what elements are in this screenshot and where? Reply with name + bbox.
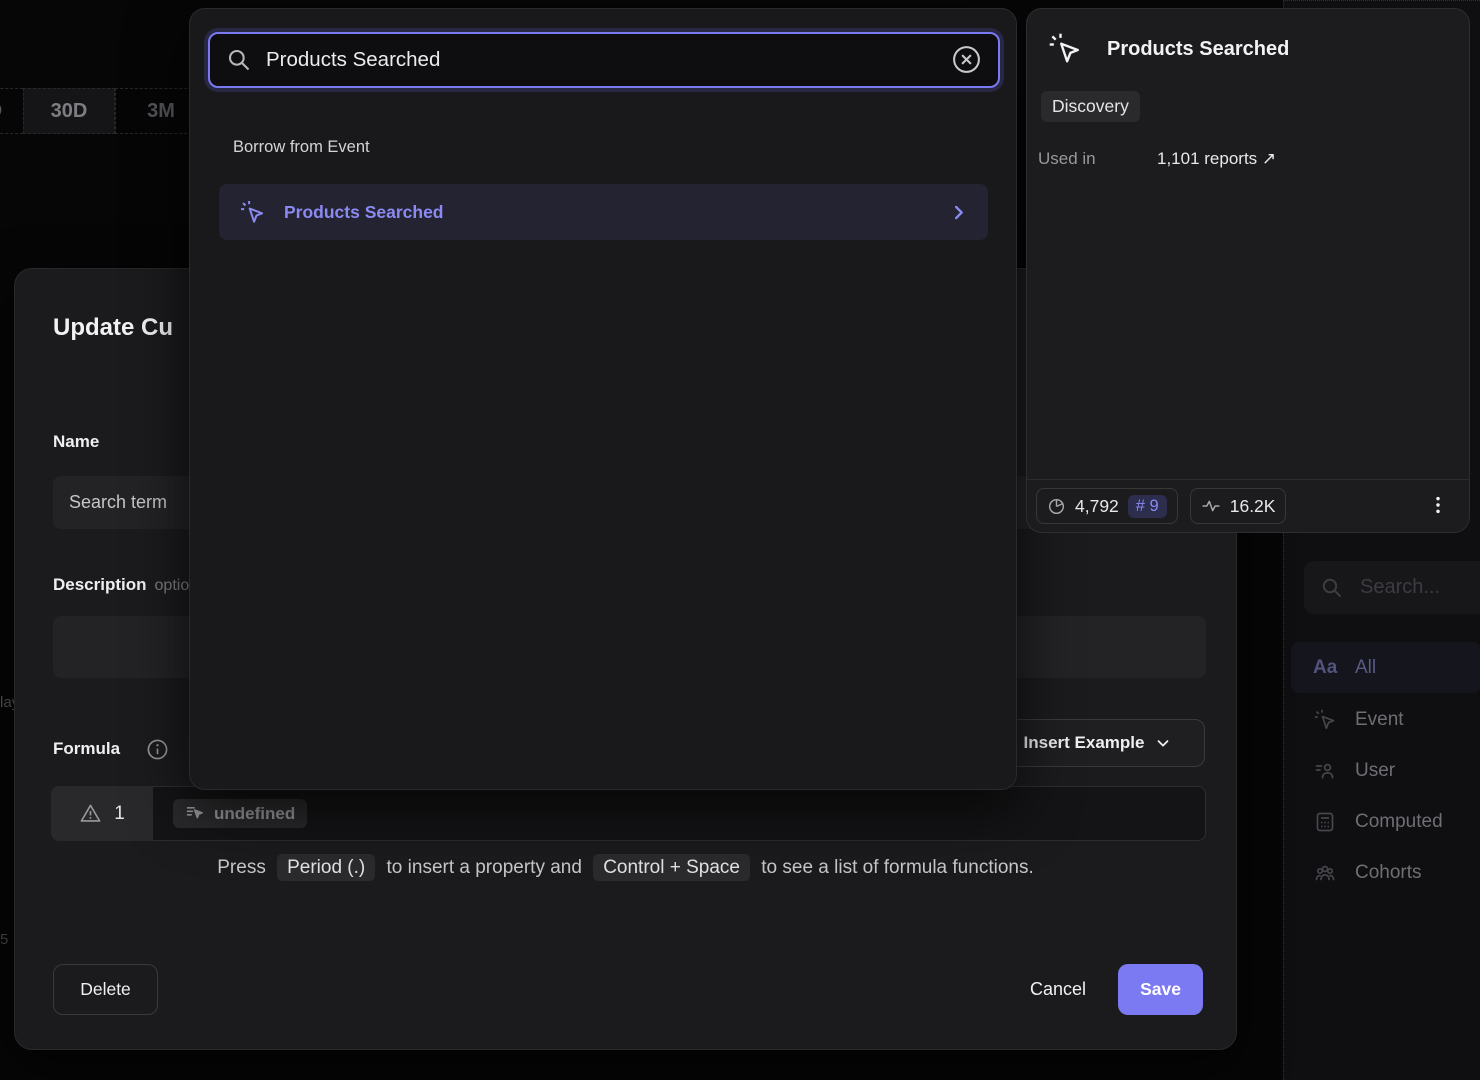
time-range-7d[interactable]: D [0, 88, 23, 134]
property-icon [185, 803, 206, 824]
sidebar-search-input[interactable]: Search... [1304, 561, 1480, 614]
card-footer: 4,792 # 9 16.2K [1027, 479, 1469, 532]
clear-search-icon[interactable] [950, 44, 982, 76]
formula-label: Formula [53, 739, 120, 759]
sidebar-item-event[interactable]: Event [1291, 694, 1480, 745]
info-icon[interactable] [146, 738, 169, 761]
modal-footer: Delete Cancel Save [53, 964, 1203, 1015]
modal-title: Update Cu [53, 314, 173, 342]
sidebar-item-cohorts[interactable]: Cohorts [1291, 847, 1480, 898]
insert-example-button[interactable]: Insert Example [991, 719, 1205, 767]
time-range-control: D 30D 3M [0, 88, 207, 134]
app-screen: D 30D 3M lay 5 Search... Aa All Event Us… [0, 0, 1480, 1080]
sidebar-item-all[interactable]: Aa All [1291, 642, 1480, 693]
delete-button[interactable]: Delete [53, 964, 158, 1015]
computed-icon [1313, 810, 1337, 834]
warning-triangle-icon [79, 802, 102, 825]
borrow-from-event-section-label: Borrow from Event [233, 138, 370, 157]
formula-editor: 1 undefined [51, 786, 1206, 841]
event-icon [1313, 708, 1337, 732]
dropdown-search-input[interactable] [266, 48, 936, 72]
event-volume-pill[interactable]: 16.2K [1190, 488, 1287, 524]
cohorts-icon [1313, 861, 1337, 885]
description-label: Descriptionoptional [53, 575, 211, 595]
card-title: Products Searched [1107, 38, 1289, 61]
save-button[interactable]: Save [1118, 964, 1203, 1015]
formula-property-chip: undefined [173, 799, 307, 828]
used-in-reports-link[interactable]: 1,101 reports ↗ [1157, 149, 1276, 169]
sidebar-item-computed[interactable]: Computed [1291, 796, 1480, 847]
chevron-right-icon [949, 203, 968, 222]
event-count-pill[interactable]: 4,792 # 9 [1036, 488, 1178, 524]
formula-warning-indicator: 1 [51, 786, 153, 841]
background-axis-fragment: 5 [0, 931, 8, 948]
activity-icon [1201, 496, 1221, 516]
cancel-button[interactable]: Cancel [1030, 979, 1086, 1000]
rank-badge: # 9 [1128, 495, 1167, 518]
more-options-icon[interactable] [1425, 491, 1451, 521]
event-icon [239, 199, 266, 226]
user-icon [1313, 759, 1337, 783]
search-icon [1320, 576, 1344, 600]
pie-chart-icon [1047, 497, 1066, 516]
event-icon [1047, 31, 1083, 67]
formula-input[interactable]: undefined [153, 786, 1206, 841]
control-space-key-chip: Control + Space [593, 854, 750, 881]
search-icon [226, 47, 252, 73]
warning-count: 1 [114, 803, 125, 825]
time-range-30d[interactable]: 30D [23, 88, 115, 134]
sidebar-search-placeholder: Search... [1360, 576, 1440, 599]
period-key-chip: Period (.) [277, 854, 375, 881]
sidebar-item-user[interactable]: User [1291, 745, 1480, 796]
aa-text-icon: Aa [1313, 657, 1337, 679]
property-search-dropdown: Borrow from Event Products Searched [189, 8, 1017, 790]
used-in-row: Used in 1,101 reports ↗ [1038, 149, 1276, 169]
category-badge: Discovery [1041, 91, 1140, 122]
dropdown-search-field [208, 32, 1000, 88]
card-header: Products Searched [1047, 31, 1289, 67]
event-result-products-searched[interactable]: Products Searched [219, 184, 988, 240]
name-label: Name [53, 432, 99, 452]
arrow-up-right-icon: ↗ [1262, 149, 1276, 168]
event-detail-card: Products Searched Discovery Used in 1,10… [1026, 8, 1470, 533]
chevron-down-icon [1154, 734, 1172, 752]
used-in-label: Used in [1038, 149, 1157, 169]
formula-hint: Press Period (.) to insert a property an… [15, 857, 1236, 879]
